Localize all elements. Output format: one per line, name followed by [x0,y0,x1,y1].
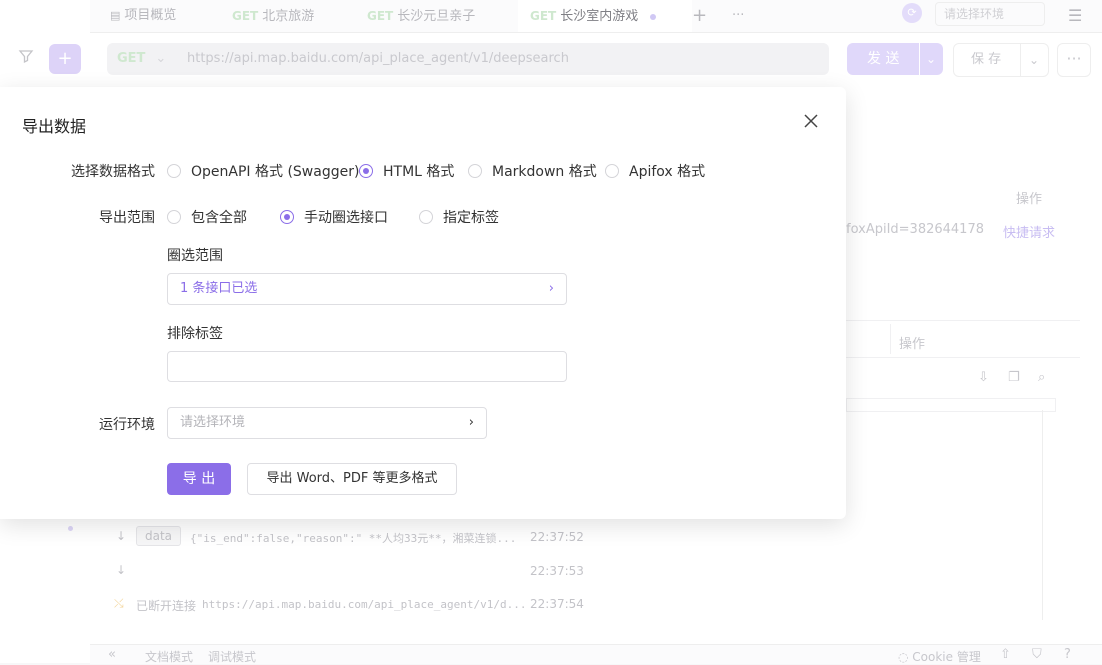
more-actions-icon[interactable]: ··· [1057,43,1091,77]
add-button[interactable]: + [49,44,81,74]
scrollbar-track [1042,410,1043,620]
radio-markdown[interactable]: Markdown 格式 [468,161,597,181]
format-label: 选择数据格式 [71,164,155,180]
api-id-text: foxApiId=382644178 [846,222,984,237]
collapse-icon[interactable]: « [108,647,116,662]
ops-header-2: 操作 [899,337,926,352]
radio-manual-select[interactable]: 手动圈选接口 [280,207,388,227]
select-range-label: 圈选范围 [167,248,223,264]
chevron-right-icon: › [468,415,474,430]
radio-circle [468,164,482,178]
copy-icon[interactable]: ❐ [1008,370,1020,385]
filter-icon[interactable] [18,48,34,68]
env-label: 运行环境 [99,417,155,433]
select-range-field[interactable]: 1 条接口已选 › [167,273,567,305]
save-button[interactable]: 保 存 ⌄ [953,43,1049,77]
log-row: ⤯ 已断开连接 https://api.map.baidu.com/api_pl… [114,596,584,613]
response-box [846,398,1056,412]
radio-circle-selected [359,164,373,178]
help-icon[interactable]: ? [1064,647,1071,662]
tab-changsha-indoor-games[interactable]: GET 长沙室内游戏 [518,0,692,32]
chevron-down-icon: ⌄ [155,51,167,66]
shirt-icon[interactable]: ⛉ [1032,647,1042,662]
send-dropdown-icon[interactable]: ⌄ [919,43,936,75]
env-select[interactable]: 请选择环境 › [167,407,487,439]
search-icon[interactable]: ⌕ [1038,370,1045,385]
radio-openapi[interactable]: OpenAPI 格式 (Swagger) [167,161,359,181]
exclude-tags-input[interactable] [167,351,567,382]
exclude-tags-label: 排除标签 [167,326,223,342]
radio-circle [419,210,433,224]
tab-project-overview[interactable]: ▤ 项目概览 [110,0,176,32]
log-row: ↓ 22:37:53 [116,563,584,578]
radio-specified-tags[interactable]: 指定标签 [419,207,499,227]
tab-changsha-newyear[interactable]: GET 长沙元旦亲子 [367,0,475,32]
log-row: ↓ data {"is_end":false,"reason":" **人均33… [110,524,590,552]
radio-apifox[interactable]: Apifox 格式 [605,161,705,181]
chevron-right-icon: › [548,281,554,296]
menu-icon[interactable]: ☰ [1068,0,1082,32]
method-select[interactable]: GET ⌄ [117,43,166,75]
dialog-title: 导出数据 [22,117,87,136]
unsaved-dot-icon [650,13,657,20]
ops-header: 操作 [1016,192,1043,207]
cookie-icon: ◌ [898,650,913,664]
new-tab-plus-icon[interactable]: + [692,0,707,32]
radio-circle [167,164,181,178]
tab-bar: ▤ 项目概览 GET 北京旅游 GET 长沙元旦亲子 GET 长沙室内游戏 + ··· … [90,0,1102,33]
sync-icon[interactable]: ⟳ [902,3,922,23]
arrow-down-icon: ↓ [116,529,127,543]
save-dropdown-icon[interactable]: ⌄ [1020,44,1039,76]
overview-icon: ▤ [110,9,121,22]
send-button[interactable]: 发 送 ⌄ [847,43,943,75]
arrow-down-icon: ↓ [116,563,127,577]
cookie-manage-link[interactable]: ◌ Cookie 管理 [898,648,981,665]
radio-circle-selected [280,210,294,224]
request-bar: GET ⌄ https://api.map.baidu.com/api_place… [107,43,829,75]
export-button[interactable]: 导 出 [167,463,231,495]
import-icon[interactable]: ⇩ [978,370,989,385]
export-dialog: 导出数据 选择数据格式 OpenAPI 格式 (Swagger) HTML 格式… [0,87,846,519]
table-header-bg [846,320,1080,358]
export-more-formats-button[interactable]: 导出 Word、PDF 等更多格式 [247,463,457,495]
disconnect-icon: ⤯ [114,596,124,610]
table-divider [890,324,891,354]
quick-request-link[interactable]: 快捷请求 [1003,222,1055,241]
radio-circle [605,164,619,178]
upload-icon[interactable]: ⇧ [1000,647,1011,662]
radio-include-all[interactable]: 包含全部 [167,207,247,227]
tab-beijing-travel[interactable]: GET 北京旅游 [232,0,314,32]
bottom-bar: « 文档模式 调试模式 ◌ Cookie 管理 ⇧ ⛉ ? [90,644,1102,664]
scope-label: 导出范围 [99,210,155,226]
radio-html[interactable]: HTML 格式 [359,161,454,181]
env-select-top[interactable]: 请选择环境 [935,2,1045,26]
radio-circle [167,210,181,224]
indicator-dot [68,526,73,531]
tab-more-icon[interactable]: ··· [732,0,744,32]
close-icon[interactable] [801,111,821,131]
url-input[interactable]: https://api.map.baidu.com/api_place_agen… [187,43,569,75]
